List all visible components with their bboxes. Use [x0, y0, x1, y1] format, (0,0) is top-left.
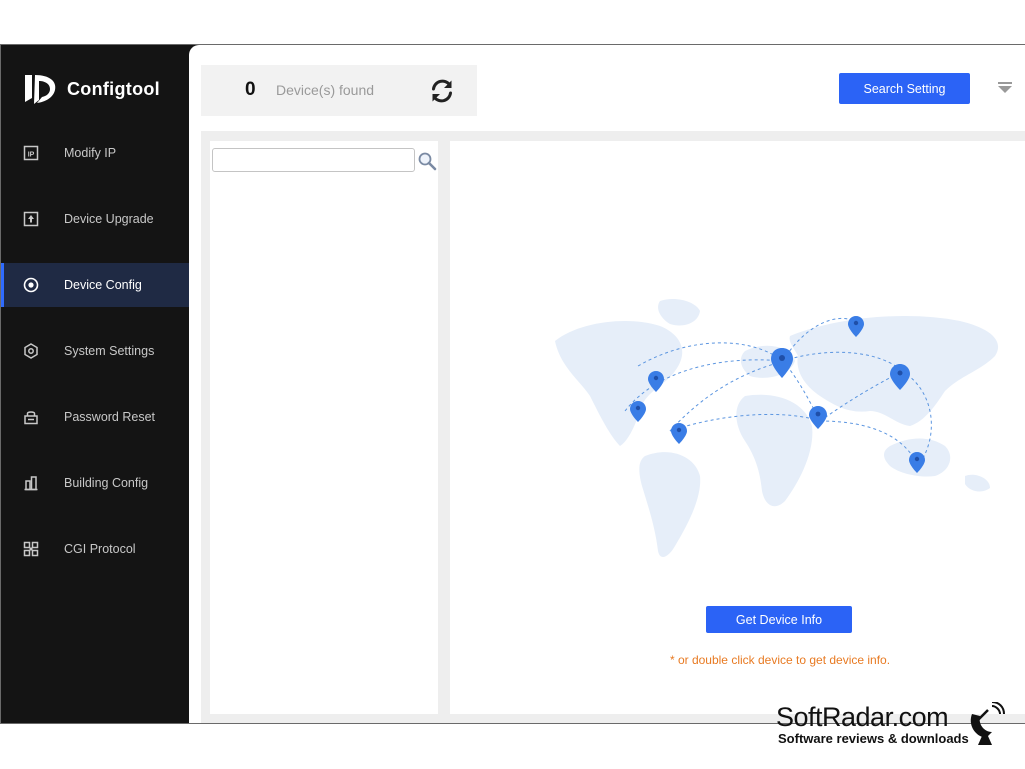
hexagon-gear-icon	[23, 343, 39, 359]
device-detail-panel: Get Device Info * or double click device…	[450, 141, 1025, 714]
sidebar-item-label: Password Reset	[64, 410, 156, 424]
app-window: Configtool IP Modify IP Device Upgrade D…	[0, 0, 1025, 769]
upgrade-icon	[23, 211, 39, 227]
sidebar-item-cgi-protocol[interactable]: CGI Protocol	[1, 527, 189, 571]
configtool-logo-icon	[25, 75, 56, 104]
sidebar-item-label: Modify IP	[64, 146, 117, 160]
svg-text:IP: IP	[28, 151, 35, 158]
sidebar-item-system-settings[interactable]: System Settings	[1, 329, 189, 373]
main-panel: 0 Device(s) found Search Setting Get Dev…	[189, 45, 1025, 723]
building-icon	[23, 475, 39, 491]
lock-icon	[23, 409, 39, 425]
sidebar-item-label: Device Upgrade	[64, 212, 154, 226]
config-target-icon	[23, 277, 39, 293]
ip-icon: IP	[23, 145, 39, 161]
refresh-icon	[432, 79, 452, 103]
device-found-label: Device(s) found	[276, 82, 375, 98]
sidebar-item-label: Building Config	[64, 476, 149, 490]
device-list-panel	[210, 141, 438, 714]
content-area: Get Device Info * or double click device…	[201, 131, 1025, 723]
get-device-info-button[interactable]: Get Device Info	[706, 606, 852, 633]
sidebar-item-password-reset[interactable]: Password Reset	[1, 395, 189, 439]
sidebar-item-device-upgrade[interactable]: Device Upgrade	[1, 197, 189, 241]
sidebar-item-device-config[interactable]: Device Config	[1, 263, 189, 307]
watermark-title: SoftRadar.com	[776, 702, 949, 732]
search-icon[interactable]	[417, 151, 437, 171]
search-setting-button[interactable]: Search Setting	[839, 73, 970, 104]
device-count: 0	[245, 79, 256, 100]
device-found-box: 0 Device(s) found	[201, 65, 477, 116]
device-search-input[interactable]	[212, 148, 415, 172]
sidebar-item-label: Device Config	[64, 278, 142, 292]
watermark-subtitle: Software reviews & downloads	[778, 731, 969, 746]
world-map-illustration	[555, 299, 999, 558]
satellite-dish-icon	[970, 702, 1005, 745]
grid-icon	[23, 541, 39, 557]
sidebar-item-label: CGI Protocol	[64, 542, 136, 556]
refresh-button[interactable]	[427, 76, 457, 106]
app-logo: Configtool	[23, 72, 160, 106]
sidebar-item-label: System Settings	[64, 344, 155, 358]
hint-text: * or double click device to get device i…	[669, 653, 891, 667]
app-title: Configtool	[67, 78, 160, 99]
sidebar-item-building-config[interactable]: Building Config	[1, 461, 189, 505]
sidebar: Configtool IP Modify IP Device Upgrade D…	[1, 45, 189, 723]
sidebar-item-modify-ip[interactable]: IP Modify IP	[1, 131, 189, 175]
softradar-watermark: SoftRadar.com Software reviews & downloa…	[776, 702, 1016, 752]
dropdown-menu-icon[interactable]	[998, 81, 1012, 95]
